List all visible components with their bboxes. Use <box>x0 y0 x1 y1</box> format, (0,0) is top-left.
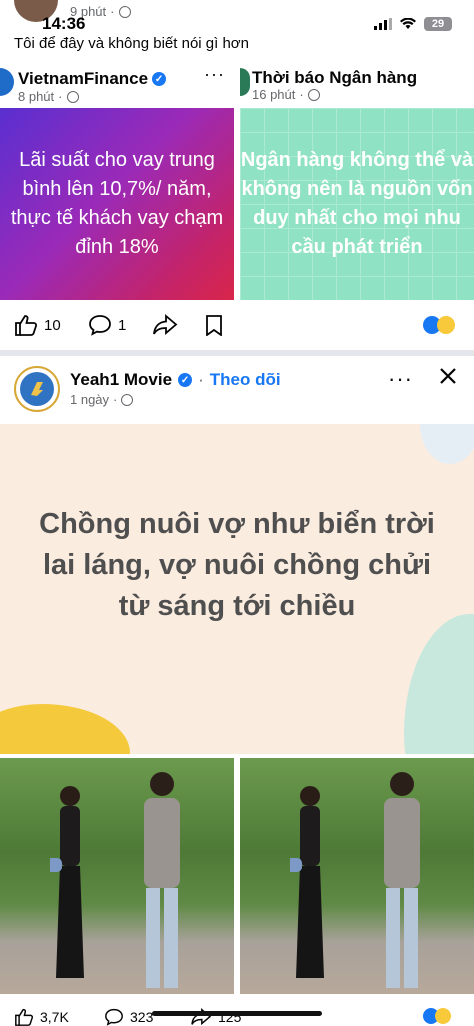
post-meta: 1 ngày · <box>70 392 134 407</box>
like-count: 3,7K <box>40 1009 69 1025</box>
dot-separator: · <box>113 392 118 407</box>
status-icons: 29 <box>374 17 452 31</box>
dot-separator: · <box>110 4 115 19</box>
share-button[interactable] <box>152 314 178 336</box>
image-headline: Ngân hàng không thể và không nên là nguồ… <box>240 149 474 258</box>
more-icon[interactable]: ··· <box>204 64 225 85</box>
home-indicator[interactable] <box>152 1011 322 1016</box>
page-avatar[interactable] <box>0 68 14 96</box>
dot-separator: · <box>299 87 304 102</box>
close-icon <box>440 368 456 384</box>
yeah1-logo-icon <box>20 372 54 406</box>
globe-icon <box>307 88 320 101</box>
post-meta: 8 phút · <box>18 89 79 104</box>
verified-icon: ✓ <box>152 72 167 86</box>
decor-blob <box>404 614 474 754</box>
like-button[interactable]: 10 <box>14 314 61 336</box>
close-button[interactable] <box>438 366 458 391</box>
comment-button[interactable]: 1 <box>88 314 126 336</box>
save-button[interactable] <box>205 314 223 336</box>
quote-text: Chồng nuôi vợ như biển trời lai láng, vợ… <box>39 508 435 622</box>
man-figure <box>144 772 180 988</box>
share-icon <box>153 314 178 335</box>
thumbs-up-icon <box>15 315 38 336</box>
decor-blob <box>420 424 474 464</box>
image-headline: Lãi suất cho vay trung bình lên 10,7%/ n… <box>10 149 224 258</box>
post-time: 1 ngày <box>70 392 110 407</box>
comment-count: 1 <box>118 316 127 334</box>
post-caption: Tôi để đây và không biết nói gì hơn <box>14 35 249 52</box>
post-photo-1[interactable] <box>0 758 234 994</box>
page-avatar[interactable] <box>240 68 250 96</box>
thumbs-up-icon <box>15 1008 34 1026</box>
post-time: 8 phút <box>18 89 55 104</box>
page-name[interactable]: Yeah1 Movie <box>70 370 172 390</box>
wow-reaction-icon <box>437 316 455 334</box>
woman-figure <box>290 786 324 978</box>
quote-image[interactable]: Chồng nuôi vợ như biển trời lai láng, vợ… <box>0 424 474 754</box>
page-name-text[interactable]: Thời báo Ngân hàng <box>252 68 417 88</box>
dot-separator: · <box>198 370 204 389</box>
signal-icon <box>374 18 392 30</box>
post-meta: 16 phút · <box>252 87 320 102</box>
bookmark-icon <box>206 315 222 336</box>
globe-icon <box>118 5 131 18</box>
battery-icon: 29 <box>424 17 452 31</box>
dot-separator: · <box>58 89 63 104</box>
like-button[interactable]: 3,7K <box>14 1008 69 1026</box>
wifi-icon <box>400 18 416 29</box>
more-icon[interactable]: ··· <box>388 366 413 392</box>
verified-icon: ✓ <box>178 373 193 387</box>
page-name[interactable]: VietnamFinance ✓ <box>18 69 167 89</box>
like-count: 10 <box>44 316 61 334</box>
comment-icon <box>89 315 111 336</box>
status-time: 14:36 <box>42 14 86 33</box>
shared-post-image[interactable]: Lãi suất cho vay trung bình lên 10,7%/ n… <box>0 108 234 300</box>
comment-icon <box>105 1008 123 1026</box>
battery-level: 29 <box>431 18 445 30</box>
follow-button[interactable]: Theo dõi <box>210 370 281 390</box>
page-name[interactable]: Thời báo Ngân hàng <box>252 68 417 88</box>
post-actions-bar: 10 1 <box>0 300 474 356</box>
man-figure <box>384 772 420 988</box>
post-photo-2[interactable] <box>240 758 474 994</box>
shared-post-image[interactable]: Ngân hàng không thể và không nên là nguồ… <box>240 108 474 300</box>
woman-figure <box>50 786 84 978</box>
decor-blob <box>0 704 130 754</box>
post-header-name: Yeah1 Movie ✓ · Theo dõi <box>70 370 281 390</box>
globe-icon <box>66 90 79 103</box>
globe-icon <box>121 393 134 406</box>
reactions-summary[interactable] <box>423 1008 451 1024</box>
page-name-text[interactable]: VietnamFinance <box>18 69 148 89</box>
post-time: 16 phút <box>252 87 296 102</box>
comment-button[interactable]: 323 <box>104 1008 153 1026</box>
comment-count: 323 <box>130 1009 154 1025</box>
page-avatar[interactable] <box>14 366 60 412</box>
haha-reaction-icon <box>435 1008 451 1024</box>
reactions-summary[interactable] <box>423 316 455 334</box>
